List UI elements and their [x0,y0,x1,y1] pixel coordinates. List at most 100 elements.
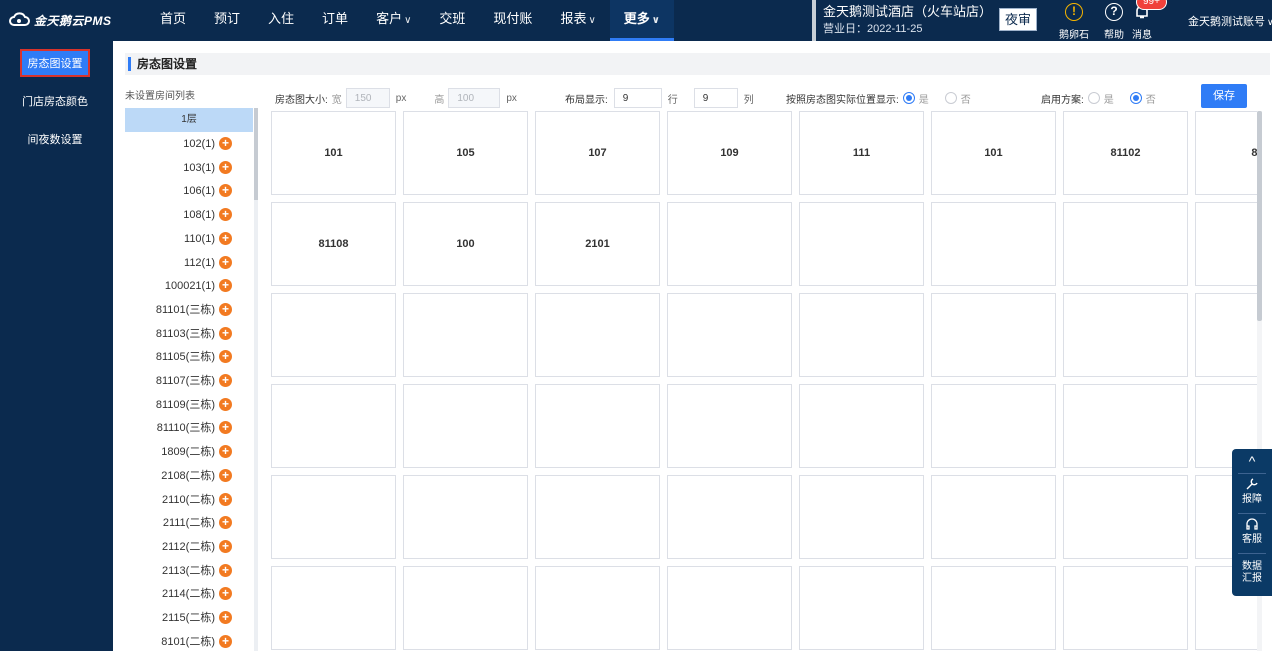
add-room-icon[interactable]: + [219,302,232,316]
scrollbar-thumb[interactable] [254,108,258,200]
messages-button[interactable]: 99+ 消息 [1124,0,1167,41]
room-map-cell[interactable] [667,384,792,468]
add-room-icon[interactable]: + [219,539,232,553]
room-map-cell[interactable] [271,566,396,650]
room-map-cell[interactable] [931,475,1056,559]
room-map-cell[interactable] [1195,202,1257,286]
list-item[interactable]: 103(1) + [125,156,253,180]
room-map-cell[interactable] [799,475,924,559]
room-map-cell[interactable]: 105 [403,111,528,195]
add-room-icon[interactable]: + [219,421,232,435]
room-map-cell[interactable]: 109 [667,111,792,195]
egg-stone-button[interactable]: ! 鹅卵石 [1056,2,1092,41]
list-item[interactable]: 81103(三栋) + [125,322,253,346]
customer-service-button[interactable]: 客服 [1232,517,1272,546]
room-map-cell[interactable]: 2101 [535,202,660,286]
nav-item-3[interactable]: 订单 [308,0,362,41]
list-item[interactable]: 2115(二栋) + [125,606,253,630]
add-room-icon[interactable]: + [219,279,232,293]
list-item[interactable]: 81105(三栋) + [125,345,253,369]
room-map-cell[interactable] [535,293,660,377]
add-room-icon[interactable]: + [219,611,232,624]
add-room-icon[interactable]: + [219,587,232,601]
data-report-button[interactable]: 数据 汇报 [1232,561,1272,585]
room-map-cell[interactable] [1063,384,1188,468]
nav-item-5[interactable]: 交班 [425,0,479,41]
add-room-icon[interactable]: + [219,634,232,648]
list-item[interactable]: 108(1) + [125,203,253,227]
list-item[interactable]: 1809(二栋) + [125,440,253,464]
list-item[interactable]: 2108(二栋) + [125,464,253,488]
room-map-cell[interactable] [535,384,660,468]
enable-scheme-yes-radio[interactable] [1087,92,1100,104]
add-room-icon[interactable]: + [219,397,232,411]
room-map-cell[interactable] [931,384,1056,468]
room-map-cell[interactable] [799,293,924,377]
nav-item-8[interactable]: 更多 ∨ [609,0,674,41]
room-map-cell[interactable]: 81 [1195,111,1257,195]
room-map-cell[interactable]: 101 [271,111,396,195]
scrollbar-thumb[interactable] [1257,111,1262,321]
add-room-icon[interactable]: + [219,255,232,269]
room-map-cell[interactable] [799,202,924,286]
list-item[interactable]: 102(1) + [125,132,253,156]
sidebar-item-room-night-settings[interactable]: 间夜数设置 [20,127,90,155]
add-room-icon[interactable]: + [219,137,232,150]
nav-item-1[interactable]: 预订 [200,0,254,41]
list-item[interactable]: 112(1) + [125,251,253,275]
height-input[interactable] [448,88,501,108]
width-input[interactable] [345,88,390,108]
add-room-icon[interactable]: + [219,563,232,577]
floor-header[interactable]: 1层 [125,108,253,132]
room-map-cell[interactable] [667,202,792,286]
list-item[interactable]: 81107(三栋) + [125,369,253,393]
add-room-icon[interactable]: + [219,516,232,530]
list-item[interactable]: 8101(二栋) + [125,630,253,651]
room-map-cell[interactable] [1063,566,1188,650]
room-map-cell[interactable] [667,293,792,377]
nav-item-7[interactable]: 报表 ∨ [546,0,609,41]
add-room-icon[interactable]: + [219,208,232,222]
cols-input[interactable] [693,88,738,108]
add-room-icon[interactable]: + [219,374,232,387]
room-map-cell[interactable] [931,566,1056,650]
room-map-cell[interactable] [403,475,528,559]
report-fault-button[interactable]: 报障 [1232,477,1272,506]
list-item[interactable]: 81110(三栋) + [125,416,253,440]
add-room-icon[interactable]: + [219,184,232,198]
add-room-icon[interactable]: + [219,445,232,459]
room-map-cell[interactable]: 101 [931,111,1056,195]
list-item[interactable]: 2111(二栋) + [125,511,253,535]
list-item[interactable]: 2110(二栋) + [125,488,253,512]
room-map-cell[interactable] [271,293,396,377]
room-map-cell[interactable] [931,202,1056,286]
list-item[interactable]: 81101(三栋) + [125,298,253,322]
app-logo[interactable]: 金天鹅云PMS [8,10,112,30]
room-map-cell[interactable] [535,475,660,559]
room-map-cell[interactable]: 81102 [1063,111,1188,195]
room-map-cell[interactable] [1063,475,1188,559]
room-map-cell[interactable] [403,384,528,468]
room-map-cell[interactable] [271,475,396,559]
room-map-cell[interactable] [271,384,396,468]
room-map-cell[interactable] [799,384,924,468]
nav-item-6[interactable]: 现付账 [479,0,546,41]
save-button[interactable]: 保存 [1201,84,1247,108]
room-map-cell[interactable] [1195,293,1257,377]
scroll-top-button[interactable]: ^ [1232,453,1272,469]
room-map-cell[interactable] [799,566,924,650]
account-menu[interactable]: 金天鹅测试账号 ∨ [1188,13,1272,29]
night-audit-button[interactable]: 夜审 [999,8,1037,31]
room-map-cell[interactable]: 107 [535,111,660,195]
list-item[interactable]: 2114(二栋) + [125,582,253,606]
hotel-switcher[interactable]: 金天鹅测试酒店（火车站店）∨ 营业日：2022-11-25 [823,4,1005,37]
actual-position-no-radio[interactable] [944,92,957,104]
add-room-icon[interactable]: + [219,231,232,245]
room-list-scrollbar[interactable] [254,108,258,651]
list-item[interactable]: 110(1) + [125,227,253,251]
sidebar-item-room-status-color[interactable]: 门店房态颜色 [20,89,90,117]
add-room-icon[interactable]: + [219,326,232,340]
room-map-cell[interactable]: 100 [403,202,528,286]
sidebar-item-room-map-settings[interactable]: 房态图设置 [20,49,90,77]
list-item[interactable]: 2113(二栋) + [125,559,253,583]
